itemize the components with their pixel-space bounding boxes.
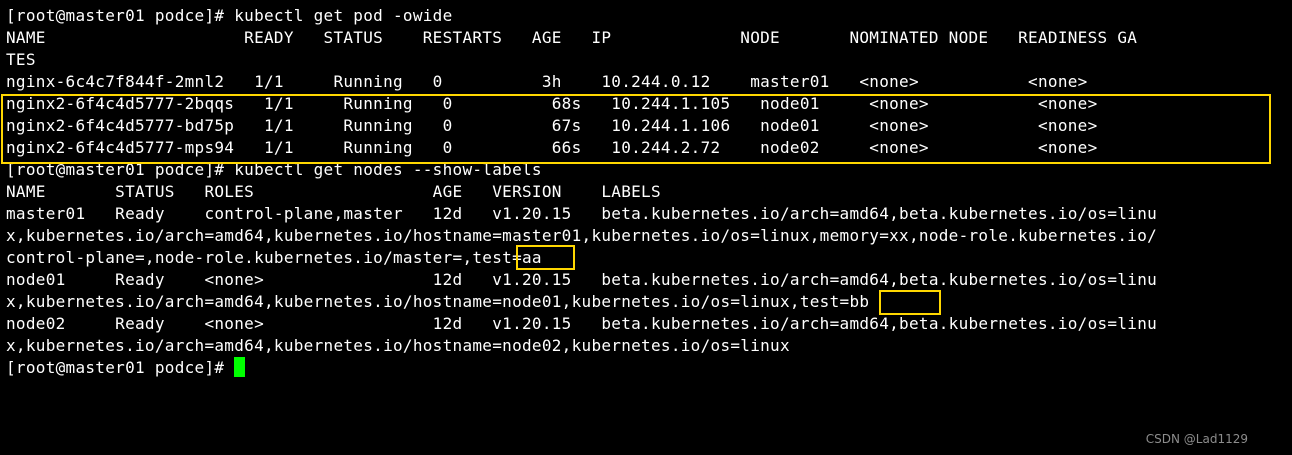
terminal-window[interactable]: [root@master01 podce]# kubectl get pod -… bbox=[0, 0, 1292, 455]
terminal-line-pod-row: nginx2-6f4c4d5777-mps94 1/1 Running 0 66… bbox=[6, 138, 1098, 157]
terminal-line-node-labels-wrap: control-plane=,node-role.kubernetes.io/m… bbox=[6, 248, 542, 267]
terminal-line-node-row: node02 Ready <none> 12d v1.20.15 beta.ku… bbox=[6, 314, 1158, 333]
terminal-line-pod-row: nginx2-6f4c4d5777-bd75p 1/1 Running 0 67… bbox=[6, 116, 1098, 135]
terminal-line-node-labels-wrap: x,kubernetes.io/arch=amd64,kubernetes.io… bbox=[6, 292, 870, 311]
terminal-line-pod-row: nginx-6c4c7f844f-2mnl2 1/1 Running 0 3h … bbox=[6, 72, 1088, 91]
terminal-line-node-labels-wrap: x,kubernetes.io/arch=amd64,kubernetes.io… bbox=[6, 226, 1158, 245]
highlight-box-test-label-node01 bbox=[879, 290, 941, 315]
terminal-line-node-row: node01 Ready <none> 12d v1.20.15 beta.ku… bbox=[6, 270, 1158, 289]
watermark: CSDN @Lad1129 bbox=[1145, 432, 1248, 446]
text-cursor bbox=[234, 357, 246, 377]
terminal-line-node-row: master01 Ready control-plane,master 12d … bbox=[6, 204, 1158, 223]
terminal-line-pod-header: NAME READY STATUS RESTARTS AGE IP NODE N… bbox=[6, 28, 1138, 47]
terminal-line-node-header: NAME STATUS ROLES AGE VERSION LABELS bbox=[6, 182, 661, 201]
terminal-line-cmd-get-pod: [root@master01 podce]# kubectl get pod -… bbox=[6, 6, 453, 25]
terminal-line-cmd-get-nodes: [root@master01 podce]# kubectl get nodes… bbox=[6, 160, 542, 179]
terminal-line-node-labels-wrap: x,kubernetes.io/arch=amd64,kubernetes.io… bbox=[6, 336, 790, 355]
prompt-text: [root@master01 podce]# bbox=[6, 358, 235, 377]
terminal-line-pod-header-wrap: TES bbox=[6, 50, 36, 69]
terminal-prompt-line[interactable]: [root@master01 podce]# bbox=[6, 357, 246, 379]
terminal-line-pod-row: nginx2-6f4c4d5777-2bqqs 1/1 Running 0 68… bbox=[6, 94, 1098, 113]
